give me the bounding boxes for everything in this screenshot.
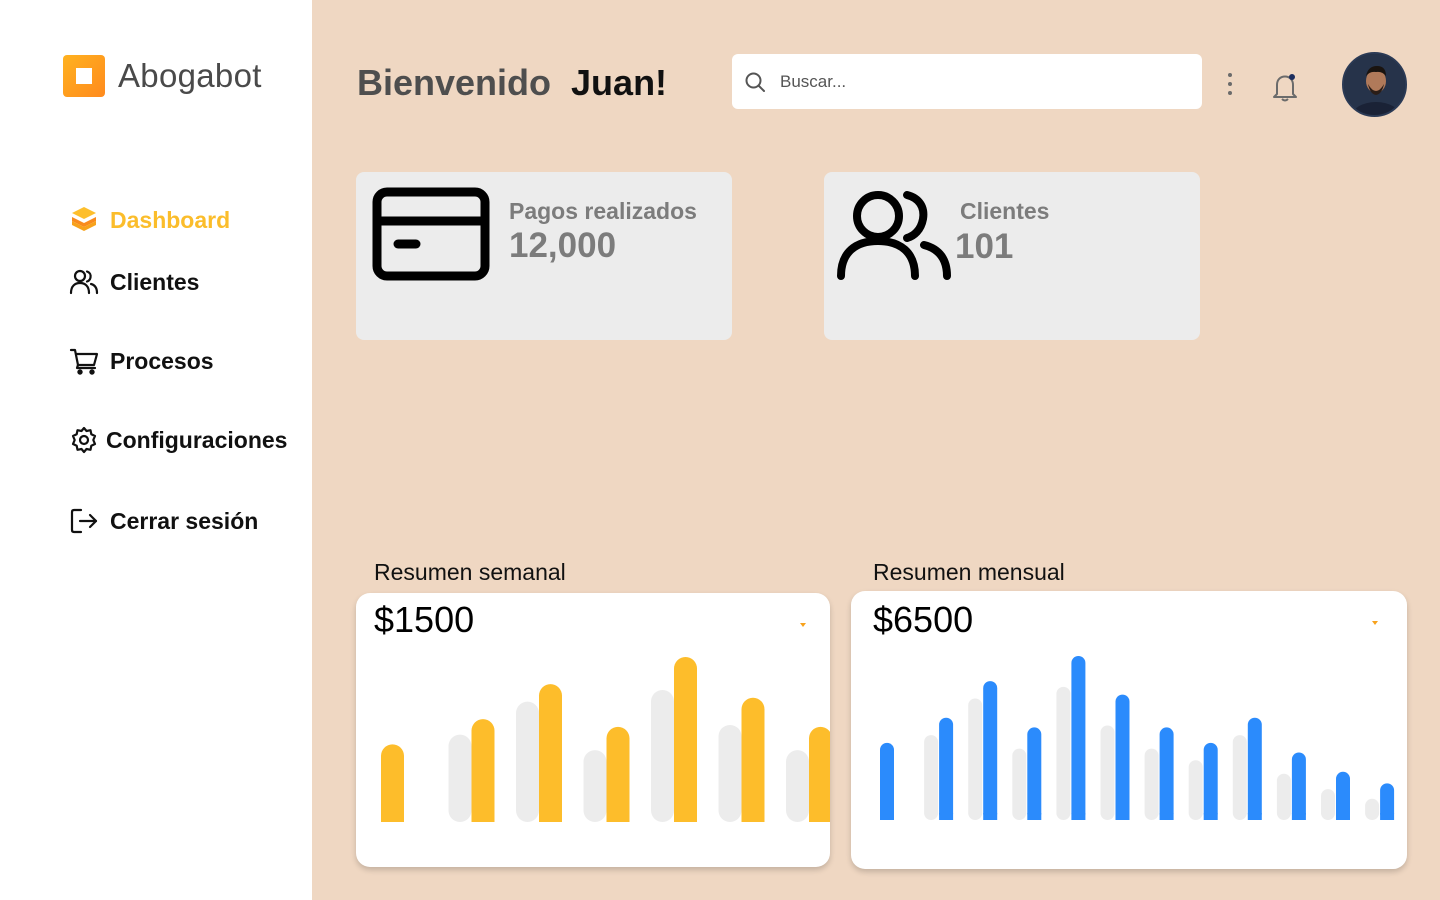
brand-name: Abogabot xyxy=(118,57,262,94)
chart-bar-base xyxy=(674,810,697,822)
chart-bar xyxy=(471,719,495,822)
chart-bar xyxy=(539,684,562,822)
chart-bar xyxy=(741,697,765,822)
sidebar-item-cerrar-sesion[interactable]: Cerrar sesión xyxy=(68,505,258,537)
ghost-bar xyxy=(786,750,809,822)
sidebar-item-configuraciones[interactable]: Configuraciones xyxy=(68,424,287,456)
chart-bar xyxy=(674,657,697,822)
chevron-down-icon[interactable] xyxy=(1372,621,1378,625)
sidebar-item-label: Cerrar sesión xyxy=(110,507,259,534)
chart-bar xyxy=(606,726,630,822)
chart-bar xyxy=(1027,727,1042,820)
search-input[interactable] xyxy=(780,71,1160,92)
ghost-bar xyxy=(1365,798,1380,820)
search-icon xyxy=(740,67,770,97)
chevron-down-icon[interactable] xyxy=(800,623,806,627)
sidebar-item-label: Procesos xyxy=(110,347,214,374)
brand-logo-icon xyxy=(63,55,105,97)
more-options-icon[interactable] xyxy=(1220,70,1240,98)
greeting-text: Bienvenido xyxy=(357,62,552,103)
sidebar: Abogabot Dashboard Clientes Procesos Con… xyxy=(0,0,312,900)
chart-bar-base xyxy=(1159,813,1174,820)
chart-bar-base xyxy=(1247,813,1262,820)
ghost-bar xyxy=(1321,789,1335,820)
ghost-bar xyxy=(718,724,742,822)
chart-bar xyxy=(1115,694,1130,820)
brand[interactable]: Abogabot xyxy=(63,55,262,97)
monthly-chart-card: $6500 xyxy=(851,591,1407,869)
logout-icon xyxy=(68,505,100,537)
chart-bar xyxy=(809,726,830,822)
chart-bar-base xyxy=(471,810,495,822)
stat-value: 12,000 xyxy=(509,226,617,265)
chart-bar-base xyxy=(983,813,998,820)
chart-bar-base xyxy=(741,810,765,822)
chart-bar xyxy=(1247,717,1262,820)
chart-bar-base xyxy=(1071,813,1086,820)
chart-bar-base xyxy=(1380,813,1395,820)
ghost-bar xyxy=(1056,686,1071,820)
chart-bar xyxy=(1203,742,1218,820)
ghost-bar xyxy=(968,698,983,820)
ghost-bar xyxy=(516,701,539,822)
chart-bar-base xyxy=(1115,813,1130,820)
sidebar-item-label: Clientes xyxy=(110,268,200,295)
stat-card-pagos: Pagos realizados 12,000 xyxy=(356,172,732,340)
ghost-bar xyxy=(1144,748,1159,820)
chart-bar-base xyxy=(809,810,830,822)
chart-bar-base xyxy=(1291,813,1306,820)
chart-bar xyxy=(381,744,404,822)
sidebar-item-procesos[interactable]: Procesos xyxy=(68,345,214,377)
ghost-bar xyxy=(1100,725,1115,820)
chart-total: $1500 xyxy=(374,599,475,640)
chart-bar xyxy=(939,717,954,820)
sidebar-item-clientes[interactable]: Clientes xyxy=(68,266,199,298)
chart-bar-base xyxy=(381,810,404,822)
stat-label: Pagos realizados xyxy=(509,198,697,224)
cart-icon xyxy=(68,345,100,377)
page-title: Bienvenido Juan! xyxy=(357,62,667,104)
chart-bar-base xyxy=(880,813,894,820)
weekly-chart-card: $1500 xyxy=(356,593,830,867)
avatar[interactable] xyxy=(1342,52,1407,117)
chart-bar-base xyxy=(1336,813,1350,820)
chart-bar xyxy=(983,681,998,820)
ghost-bar xyxy=(1276,773,1291,820)
stat-value: 101 xyxy=(955,227,1014,266)
stat-card-clientes: Clientes 101 xyxy=(824,172,1200,340)
users-icon xyxy=(68,266,100,298)
stat-label: Clientes xyxy=(960,198,1050,224)
ghost-bar xyxy=(651,690,674,822)
chart-title-weekly: Resumen semanal xyxy=(374,559,566,585)
ghost-bar xyxy=(1232,735,1247,820)
layers-icon xyxy=(68,204,100,236)
ghost-bar xyxy=(583,750,607,822)
sidebar-item-label: Dashboard xyxy=(110,206,231,233)
chart-bar xyxy=(1291,752,1306,820)
user-name: Juan! xyxy=(571,62,668,103)
chart-bar xyxy=(1336,771,1350,820)
ghost-bar xyxy=(448,734,472,822)
chart-bar xyxy=(1159,727,1174,820)
sidebar-item-label: Configuraciones xyxy=(106,426,288,453)
chart-bar-base xyxy=(1203,813,1218,820)
chart-bar xyxy=(1071,656,1086,820)
users-icon xyxy=(836,189,952,286)
chart-bar-base xyxy=(939,813,954,820)
ghost-bar xyxy=(924,735,939,820)
chart-title-monthly: Resumen mensual xyxy=(873,559,1065,585)
ghost-bar xyxy=(1188,760,1203,820)
credit-card-icon xyxy=(372,187,490,286)
gear-icon xyxy=(68,424,100,456)
chart-bar xyxy=(880,742,894,820)
notification-bell-icon[interactable] xyxy=(1270,70,1302,104)
ghost-bar xyxy=(1012,748,1027,820)
search-bar[interactable] xyxy=(732,54,1202,109)
chart-total: $6500 xyxy=(873,599,974,640)
chart-bar-base xyxy=(606,810,630,822)
sidebar-item-dashboard[interactable]: Dashboard xyxy=(68,204,230,236)
chart-bar-base xyxy=(1027,813,1042,820)
chart-bar-base xyxy=(539,810,562,822)
